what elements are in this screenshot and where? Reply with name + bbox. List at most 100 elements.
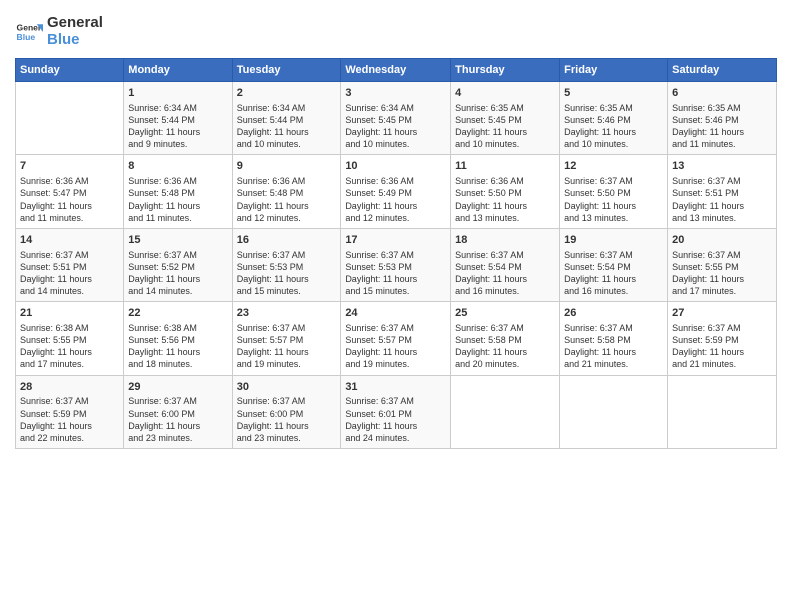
day-info: Sunset: 5:55 PM xyxy=(20,334,119,346)
day-info: Sunrise: 6:36 AM xyxy=(455,175,555,187)
day-info: Sunrise: 6:37 AM xyxy=(455,322,555,334)
calendar-week-0: 1Sunrise: 6:34 AM Sunset: 5:44 PM Daylight… xyxy=(16,82,777,155)
day-info: Sunrise: 6:38 AM xyxy=(20,322,119,334)
calendar-week-2: 14Sunrise: 6:37 AMSunset: 5:51 PMDayligh… xyxy=(16,228,777,301)
day-info: and 15 minutes. xyxy=(345,285,446,297)
day-info: Sunset: 5:46 PM xyxy=(672,114,772,126)
day-info: Daylight: 11 hours xyxy=(128,420,227,432)
day-info: Daylight: 11 hours xyxy=(672,200,772,212)
calendar-cell: 26Sunrise: 6:37 AMSunset: 5:58 PMDayligh… xyxy=(560,302,668,375)
day-info: Sunrise: 6:37 AM xyxy=(237,249,337,261)
day-info: Daylight: 11 hours xyxy=(237,200,337,212)
day-info: Daylight: 11 hours xyxy=(20,420,119,432)
day-number: 2 xyxy=(237,86,337,101)
day-info: Sunset: 5:46 PM xyxy=(564,114,663,126)
day-info: Sunrise: 6:37 AM xyxy=(345,249,446,261)
calendar-cell: 1Sunrise: 6:34 AMSunset: 5:44 PMDaylight… xyxy=(124,82,232,155)
day-info: Sunrise: 6:36 AM xyxy=(237,175,337,187)
day-info: Sunset: 5:54 PM xyxy=(455,261,555,273)
day-info: Sunset: 6:00 PM xyxy=(237,408,337,420)
day-number: 20 xyxy=(672,233,772,248)
day-info: and 16 minutes. xyxy=(564,285,663,297)
page-header: General Blue General Blue xyxy=(15,15,777,48)
day-info: Sunset: 5:53 PM xyxy=(237,261,337,273)
day-number: 14 xyxy=(20,233,119,248)
day-info: Daylight: 11 hours xyxy=(345,200,446,212)
day-info: Daylight: 11 hours xyxy=(20,273,119,285)
day-info: Sunrise: 6:37 AM xyxy=(237,395,337,407)
day-number: 1 xyxy=(128,86,227,101)
day-info: Daylight: 11 hours xyxy=(564,200,663,212)
calendar-cell: 4Sunrise: 6:35 AMSunset: 5:45 PMDaylight… xyxy=(451,82,560,155)
day-info: Sunrise: 6:37 AM xyxy=(128,249,227,261)
header-cell-wednesday: Wednesday xyxy=(341,59,451,82)
day-info: Daylight: 11 hours xyxy=(455,273,555,285)
day-number: 28 xyxy=(20,380,119,395)
svg-text:Blue: Blue xyxy=(17,31,36,41)
day-info: Sunset: 5:50 PM xyxy=(564,187,663,199)
day-info: Daylight: 11 hours xyxy=(345,273,446,285)
header-cell-friday: Friday xyxy=(560,59,668,82)
day-info: Sunrise: 6:37 AM xyxy=(564,249,663,261)
day-info: and 13 minutes. xyxy=(672,212,772,224)
day-number: 29 xyxy=(128,380,227,395)
day-info: Sunset: 5:56 PM xyxy=(128,334,227,346)
day-info: Daylight: 11 hours xyxy=(455,346,555,358)
day-info: Sunset: 5:44 PM xyxy=(237,114,337,126)
day-info: and 21 minutes. xyxy=(564,358,663,370)
day-number: 19 xyxy=(564,233,663,248)
calendar-header: SundayMondayTuesdayWednesdayThursdayFrid… xyxy=(16,59,777,82)
calendar-cell: 25Sunrise: 6:37 AMSunset: 5:58 PMDayligh… xyxy=(451,302,560,375)
logo-general: General xyxy=(47,15,103,32)
calendar-cell xyxy=(451,375,560,448)
day-info: and 10 minutes. xyxy=(564,138,663,150)
calendar-cell: 11Sunrise: 6:36 AMSunset: 5:50 PMDayligh… xyxy=(451,155,560,228)
day-info: Sunset: 5:59 PM xyxy=(20,408,119,420)
day-info: and 12 minutes. xyxy=(345,212,446,224)
day-info: Daylight: 11 hours xyxy=(564,273,663,285)
day-number: 7 xyxy=(20,159,119,174)
calendar-cell xyxy=(16,82,124,155)
day-info: Daylight: 11 hours xyxy=(672,273,772,285)
day-info: Daylight: 11 hours xyxy=(128,346,227,358)
day-info: Sunset: 5:55 PM xyxy=(672,261,772,273)
logo: General Blue General Blue xyxy=(15,15,103,48)
day-info: and 17 minutes. xyxy=(672,285,772,297)
svg-text:General: General xyxy=(17,22,43,32)
day-number: 23 xyxy=(237,306,337,321)
logo-blue: Blue xyxy=(47,32,103,49)
day-info: and 11 minutes. xyxy=(128,212,227,224)
day-info: Sunset: 6:01 PM xyxy=(345,408,446,420)
calendar-cell: 20Sunrise: 6:37 AMSunset: 5:55 PMDayligh… xyxy=(668,228,777,301)
day-number: 25 xyxy=(455,306,555,321)
day-info: Daylight: 11 hours xyxy=(237,420,337,432)
calendar-cell: 13Sunrise: 6:37 AMSunset: 5:51 PMDayligh… xyxy=(668,155,777,228)
calendar-cell: 3Sunrise: 6:34 AMSunset: 5:45 PMDaylight… xyxy=(341,82,451,155)
day-info: and 19 minutes. xyxy=(237,358,337,370)
day-info: Sunrise: 6:37 AM xyxy=(345,322,446,334)
day-info: and 13 minutes. xyxy=(564,212,663,224)
calendar-cell: 29Sunrise: 6:37 AMSunset: 6:00 PMDayligh… xyxy=(124,375,232,448)
day-number: 21 xyxy=(20,306,119,321)
calendar-cell: 10Sunrise: 6:36 AMSunset: 5:49 PMDayligh… xyxy=(341,155,451,228)
day-number: 9 xyxy=(237,159,337,174)
calendar-cell: 19Sunrise: 6:37 AMSunset: 5:54 PMDayligh… xyxy=(560,228,668,301)
day-number: 12 xyxy=(564,159,663,174)
day-info: Daylight: 11 hours xyxy=(20,200,119,212)
calendar-cell: 8Sunrise: 6:36 AMSunset: 5:48 PMDaylight… xyxy=(124,155,232,228)
day-number: 8 xyxy=(128,159,227,174)
day-number: 17 xyxy=(345,233,446,248)
day-info: Sunset: 5:48 PM xyxy=(237,187,337,199)
day-info: Daylight: 11 hours xyxy=(20,346,119,358)
day-info: Sunset: 5:58 PM xyxy=(455,334,555,346)
day-info: Daylight: 11 hours xyxy=(128,126,227,138)
calendar-cell: 12Sunrise: 6:37 AMSunset: 5:50 PMDayligh… xyxy=(560,155,668,228)
day-info: Daylight: 11 hours xyxy=(455,126,555,138)
day-info: Sunset: 5:49 PM xyxy=(345,187,446,199)
header-cell-thursday: Thursday xyxy=(451,59,560,82)
day-info: and 17 minutes. xyxy=(20,358,119,370)
day-info: Sunrise: 6:37 AM xyxy=(672,322,772,334)
calendar-week-4: 28Sunrise: 6:37 AMSunset: 5:59 PMDayligh… xyxy=(16,375,777,448)
calendar-cell: 28Sunrise: 6:37 AMSunset: 5:59 PMDayligh… xyxy=(16,375,124,448)
day-info: Sunrise: 6:34 AM xyxy=(128,102,227,114)
